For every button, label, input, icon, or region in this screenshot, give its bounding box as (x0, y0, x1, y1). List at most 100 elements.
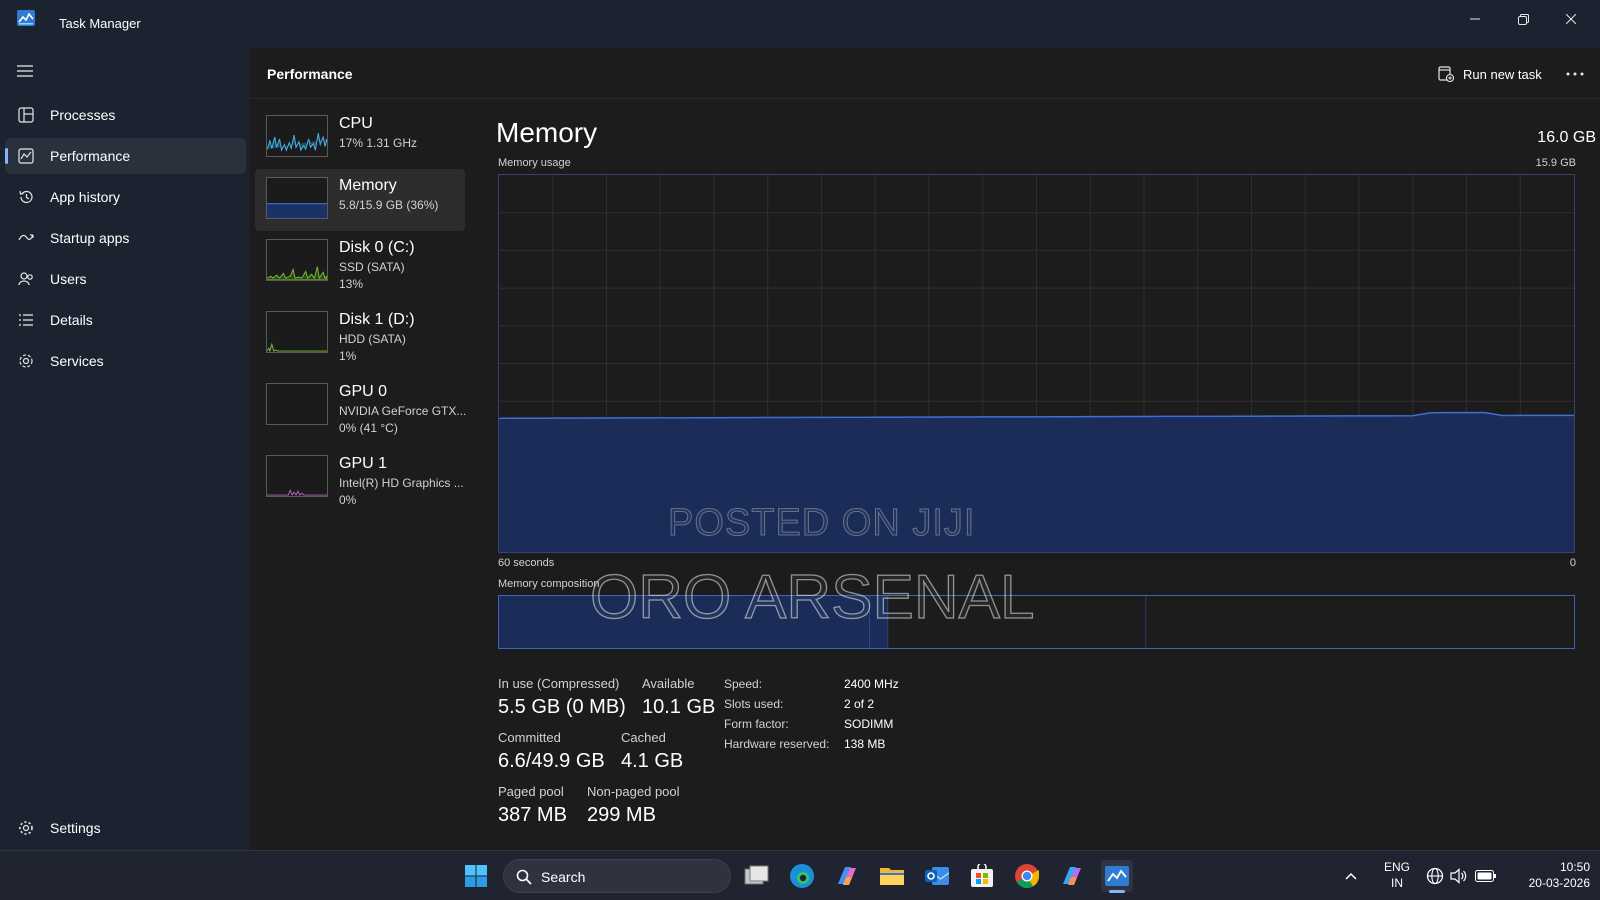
volume-button[interactable] (1448, 860, 1470, 892)
details-icon (17, 311, 35, 329)
search-label: Search (541, 869, 586, 885)
sidebar-item-settings[interactable]: Settings (5, 810, 246, 844)
sidebar-item-label: Services (50, 353, 104, 369)
clock-date: 20-03-2026 (1528, 876, 1590, 890)
memory-usage-area (499, 412, 1574, 552)
device-name: CPU (339, 115, 373, 132)
memory-usage-label: Memory usage (498, 157, 571, 169)
device-name: GPU 0 (339, 383, 388, 400)
battery-button[interactable] (1474, 860, 1498, 892)
sidebar-item-app-history[interactable]: App history (5, 179, 246, 215)
edge-taskbar-button[interactable] (786, 860, 818, 892)
sidebar-item-users[interactable]: Users (5, 261, 246, 297)
close-icon (1566, 14, 1576, 24)
device-detail: Intel(R) HD Graphics ... (339, 476, 464, 490)
device-item-disk-1[interactable]: Disk 1 (D:) HDD (SATA) 1% (255, 303, 465, 365)
chrome-icon (1015, 864, 1039, 889)
task-manager-window: Task Manager Processes Performance App h… (0, 0, 1600, 900)
language-indicator[interactable]: ENG IN (1380, 859, 1414, 891)
page-title: Performance (267, 66, 353, 82)
device-detail: SSD (SATA) (339, 260, 405, 274)
outlook-taskbar-button[interactable] (921, 860, 953, 892)
gear-icon (17, 819, 35, 837)
task-manager-icon (1105, 866, 1129, 886)
composition-free-segment[interactable] (1146, 596, 1574, 648)
spec-speed-value: 2400 MHz (844, 677, 899, 691)
device-usage: 0% (339, 493, 357, 507)
disk1-mini-graph (266, 311, 328, 353)
paged-pool-value: 387 MB (498, 804, 567, 826)
time-axis-right: 0 (1569, 557, 1576, 569)
run-new-task-button[interactable]: Run new task (1430, 60, 1550, 88)
sidebar-item-details[interactable]: Details (5, 302, 246, 338)
sidebar-item-services[interactable]: Services (5, 343, 246, 379)
sidebar-item-label: Processes (50, 107, 116, 123)
title-bar[interactable]: Task Manager (0, 0, 1600, 48)
search-icon (516, 869, 532, 885)
file-explorer-icon (880, 868, 904, 885)
committed-value: 6.6/49.9 GB (498, 750, 605, 772)
start-button[interactable] (460, 860, 492, 892)
chrome-taskbar-button[interactable] (1011, 860, 1043, 892)
clock[interactable]: 10:50 20-03-2026 (1500, 859, 1590, 891)
restore-button[interactable] (1500, 4, 1546, 34)
device-name: Memory (339, 177, 397, 194)
language-code: ENG (1383, 860, 1410, 874)
task-manager-logo-icon (17, 10, 35, 26)
close-button[interactable] (1548, 4, 1594, 34)
device-item-memory[interactable]: Memory 5.8/15.9 GB (36%) (255, 169, 465, 231)
sidebar-item-performance[interactable]: Performance (5, 138, 246, 174)
edge-browser-icon (790, 864, 814, 888)
show-hidden-icons-button[interactable] (1341, 860, 1361, 892)
windows-start-icon (465, 865, 487, 887)
minimize-button[interactable] (1452, 4, 1498, 34)
sidebar-item-label: Startup apps (50, 230, 130, 246)
spec-form-factor-label: Form factor: (724, 717, 789, 731)
hamburger-menu-button[interactable] (14, 60, 36, 82)
copilot-pc-taskbar-button[interactable] (1056, 860, 1088, 892)
file-explorer-taskbar-button[interactable] (876, 860, 908, 892)
network-status-button[interactable] (1424, 860, 1446, 892)
sidebar-item-label: Users (50, 271, 87, 287)
time-axis-left: 60 seconds (498, 557, 555, 569)
chevron-up-icon (1345, 872, 1357, 880)
spec-slots-value: 2 of 2 (844, 697, 875, 711)
available-label: Available (642, 676, 695, 691)
task-view-button[interactable] (741, 860, 773, 892)
taskbar: Search ENG IN 10:50 20-03-2026 (0, 850, 1600, 900)
microsoft-store-icon (971, 864, 993, 887)
non-paged-pool-value: 299 MB (587, 804, 656, 826)
paged-pool-label: Paged pool (498, 784, 564, 799)
device-detail: HDD (SATA) (339, 332, 406, 346)
page-header: Performance Run new task (250, 48, 1600, 99)
device-detail: 17% 1.31 GHz (339, 136, 418, 150)
watermark-oro-arsenal: ORO ARSENAL (589, 562, 1035, 632)
memory-title: Memory (496, 117, 598, 148)
minimize-icon (1470, 18, 1480, 20)
battery-icon (1475, 870, 1496, 882)
copilot-taskbar-button[interactable] (831, 860, 863, 892)
memory-usage-max: 15.9 GB (1535, 157, 1576, 169)
sidebar-item-processes[interactable]: Processes (5, 97, 246, 133)
sidebar-item-label: App history (50, 189, 121, 205)
watermark-posted-on-jiji: POSTED ON JIJI (667, 502, 976, 545)
gpu0-mini-graph (266, 383, 328, 425)
ellipsis-icon (1566, 72, 1584, 76)
taskbar-search-box[interactable]: Search (503, 859, 731, 893)
hamburger-icon (17, 65, 33, 77)
committed-label: Committed (498, 730, 561, 745)
app-history-icon (17, 188, 35, 206)
more-options-button[interactable] (1560, 60, 1590, 88)
services-icon (17, 352, 35, 370)
cached-label: Cached (621, 730, 666, 745)
device-usage: 0% (41 °C) (339, 421, 398, 435)
task-manager-taskbar-button[interactable] (1101, 860, 1133, 893)
device-item-gpu-0[interactable]: GPU 0 NVIDIA GeForce GTX... 0% (41 °C) (255, 375, 466, 437)
device-item-cpu[interactable]: CPU 17% 1.31 GHz (255, 107, 465, 169)
sidebar-item-startup-apps[interactable]: Startup apps (5, 220, 246, 256)
device-item-gpu-1[interactable]: GPU 1 Intel(R) HD Graphics ... 0% (255, 447, 465, 509)
device-item-disk-0[interactable]: Disk 0 (C:) SSD (SATA) 13% (255, 231, 465, 293)
store-taskbar-button[interactable] (966, 860, 998, 892)
device-usage: 1% (339, 349, 357, 363)
memory-total: 16.0 GB (1537, 129, 1596, 146)
